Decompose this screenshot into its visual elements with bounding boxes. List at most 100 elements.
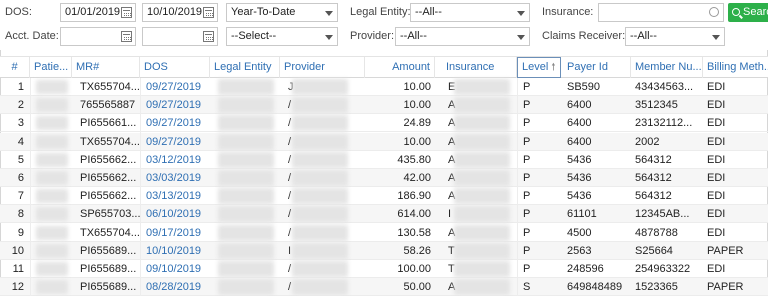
claims-grid: # Patie... MR# DOS Legal Entity Provider… bbox=[0, 56, 768, 296]
row-number-cell: 10 bbox=[11, 244, 24, 257]
dos-cell[interactable]: 09/17/2019 bbox=[142, 224, 210, 242]
row-number-cell: 2 bbox=[17, 99, 24, 112]
dos-cell[interactable]: 09/27/2019 bbox=[142, 114, 210, 132]
table-row[interactable]: 4 TX655704... 09/27/2019/10.00 A P 6400 2002 ED… bbox=[0, 132, 768, 151]
chevron-down-icon bbox=[517, 11, 525, 16]
redacted-provider-name bbox=[292, 261, 348, 277]
billing-method-cell: EDI bbox=[707, 135, 726, 148]
redacted-legal-entity bbox=[218, 115, 274, 132]
amount-cell: 58.26 bbox=[403, 244, 431, 257]
table-row[interactable]: 8 SP655703... 06/10/2019/614.00 I P 61101 1234… bbox=[0, 205, 768, 224]
calendar-icon[interactable] bbox=[203, 7, 214, 18]
table-row[interactable]: 2 765565887 09/27/2019/10.00 A P 6400 3512345 E… bbox=[0, 96, 768, 115]
redacted-insurance-name bbox=[454, 115, 510, 132]
dos-cell[interactable]: 09/27/2019 bbox=[142, 133, 210, 151]
table-row[interactable]: 11 PI655689... 09/10/2019/100.00 T P 248596 25… bbox=[0, 260, 768, 278]
mr-cell: PI655689... bbox=[80, 244, 137, 257]
column-header-number[interactable]: # bbox=[0, 57, 30, 78]
row-number-cell: 12 bbox=[11, 281, 24, 294]
table-row[interactable]: 1 TX655704... 09/27/2019 J 10.00 E P SB590 43434… bbox=[0, 78, 768, 96]
column-header-dos[interactable]: DOS bbox=[140, 57, 210, 78]
redacted-patient-name bbox=[36, 207, 68, 222]
dos-cell[interactable]: 03/12/2019 bbox=[142, 151, 210, 169]
clear-icon[interactable] bbox=[709, 7, 719, 17]
insurance-input[interactable] bbox=[598, 3, 724, 22]
column-header-payer-id[interactable]: Payer Id bbox=[563, 57, 631, 78]
calendar-icon[interactable] bbox=[121, 7, 132, 18]
dos-cell[interactable]: 09/27/2019 bbox=[142, 96, 210, 114]
dos-cell[interactable]: 08/28/2019 bbox=[142, 278, 210, 296]
dos-cell[interactable]: 09/10/2019 bbox=[142, 260, 210, 278]
payer-id-cell: SB590 bbox=[567, 81, 601, 93]
column-header-patient[interactable]: Patie... bbox=[30, 57, 72, 78]
table-row[interactable]: 6 PI655662... 03/03/2019/42.00 A P 5436 564312… bbox=[0, 169, 768, 187]
table-row[interactable]: 7 PI655662... 03/13/2019/186.90 A P 5436 56431… bbox=[0, 187, 768, 206]
redacted-patient-name bbox=[36, 80, 68, 94]
search-button[interactable]: Search bbox=[728, 3, 768, 22]
table-row[interactable]: 3 PI655661... 09/27/2019/24.89 A P 6400 231321… bbox=[0, 114, 768, 133]
mr-cell: PI655689... bbox=[80, 263, 137, 275]
column-header-insurance[interactable]: Insurance bbox=[442, 57, 517, 78]
redacted-legal-entity bbox=[218, 279, 274, 296]
calendar-icon[interactable] bbox=[203, 31, 214, 42]
dos-to-field[interactable]: 10/10/2019 bbox=[142, 3, 218, 22]
redacted-provider-name bbox=[292, 170, 348, 186]
redacted-provider-name bbox=[292, 133, 348, 150]
table-row[interactable]: 10 PI655689... 10/10/2019 I 58.26 T P 2563 S2566… bbox=[0, 241, 768, 260]
chevron-down-icon bbox=[325, 11, 333, 16]
redacted-insurance-name bbox=[454, 206, 510, 223]
column-header-member-number[interactable]: Member Nu... bbox=[631, 57, 703, 78]
dos-cell[interactable]: 06/10/2019 bbox=[142, 205, 210, 223]
column-header-billing-method[interactable]: Billing Meth... bbox=[703, 57, 768, 78]
redacted-provider-name bbox=[292, 151, 348, 168]
redacted-patient-name bbox=[36, 134, 68, 149]
redacted-legal-entity bbox=[218, 206, 274, 223]
column-header-mr[interactable]: MR# bbox=[72, 57, 140, 78]
payer-id-cell: 5436 bbox=[567, 172, 592, 184]
column-header-provider[interactable]: Provider bbox=[280, 57, 365, 78]
member-number-cell: 1523365 bbox=[635, 281, 678, 294]
column-header-level[interactable]: Level 🠕 bbox=[517, 57, 561, 78]
table-row[interactable]: 5 PI655662... 03/12/2019/435.80 A P 5436 56431… bbox=[0, 151, 768, 169]
grid-header: # Patie... MR# DOS Legal Entity Provider… bbox=[0, 56, 768, 78]
member-number-cell: 564312 bbox=[635, 190, 672, 203]
dos-cell[interactable]: 03/13/2019 bbox=[142, 187, 210, 205]
billing-method-cell: EDI bbox=[707, 208, 726, 221]
acct-date-from-field[interactable] bbox=[60, 27, 136, 46]
acct-period-select[interactable]: --Select-- bbox=[226, 27, 338, 46]
redacted-insurance-name bbox=[454, 188, 510, 205]
dos-cell[interactable]: 03/03/2019 bbox=[142, 169, 210, 187]
level-cell: P bbox=[523, 153, 531, 166]
calendar-icon[interactable] bbox=[121, 31, 132, 42]
legal-entity-select[interactable]: --All-- bbox=[410, 3, 530, 22]
column-header-amount[interactable]: Amount bbox=[365, 57, 435, 78]
amount-cell: 130.58 bbox=[397, 226, 431, 239]
dos-cell[interactable]: 10/10/2019 bbox=[142, 242, 210, 260]
column-header-legal-entity[interactable]: Legal Entity bbox=[210, 57, 280, 78]
redacted-patient-name bbox=[36, 262, 68, 276]
claims-receiver-select[interactable]: --All-- bbox=[625, 27, 725, 46]
dos-cell[interactable]: 09/27/2019 bbox=[142, 78, 210, 96]
billing-method-cell: EDI bbox=[707, 190, 726, 203]
member-number-cell: 564312 bbox=[635, 172, 672, 184]
table-row[interactable]: 12 PI655689... 08/28/2019/50.00 A S 649848489… bbox=[0, 278, 768, 296]
redacted-legal-entity bbox=[218, 79, 274, 95]
acct-date-to-field[interactable] bbox=[142, 27, 218, 46]
redacted-patient-name bbox=[36, 243, 68, 258]
level-cell: P bbox=[523, 263, 531, 275]
member-number-cell: 23132112... bbox=[635, 117, 693, 130]
redacted-patient-name bbox=[36, 98, 68, 113]
member-number-cell: 254963322 bbox=[635, 263, 691, 275]
mr-cell: TX655704... bbox=[80, 226, 140, 239]
row-number-cell: 4 bbox=[17, 135, 24, 148]
dos-from-field[interactable]: 01/01/2019 bbox=[60, 3, 136, 22]
provider-select[interactable]: --All-- bbox=[395, 27, 530, 46]
redacted-patient-name bbox=[36, 225, 68, 240]
level-cell: P bbox=[523, 208, 531, 221]
mr-cell: PI655662... bbox=[80, 153, 137, 166]
period-select[interactable]: Year-To-Date bbox=[226, 3, 338, 22]
table-row[interactable]: 9 TX655704... 09/17/2019/130.58 A P 4500 48787… bbox=[0, 224, 768, 242]
row-number-cell: 8 bbox=[17, 208, 24, 221]
search-button-label: Search bbox=[743, 6, 768, 18]
row-number-cell: 9 bbox=[17, 226, 24, 239]
